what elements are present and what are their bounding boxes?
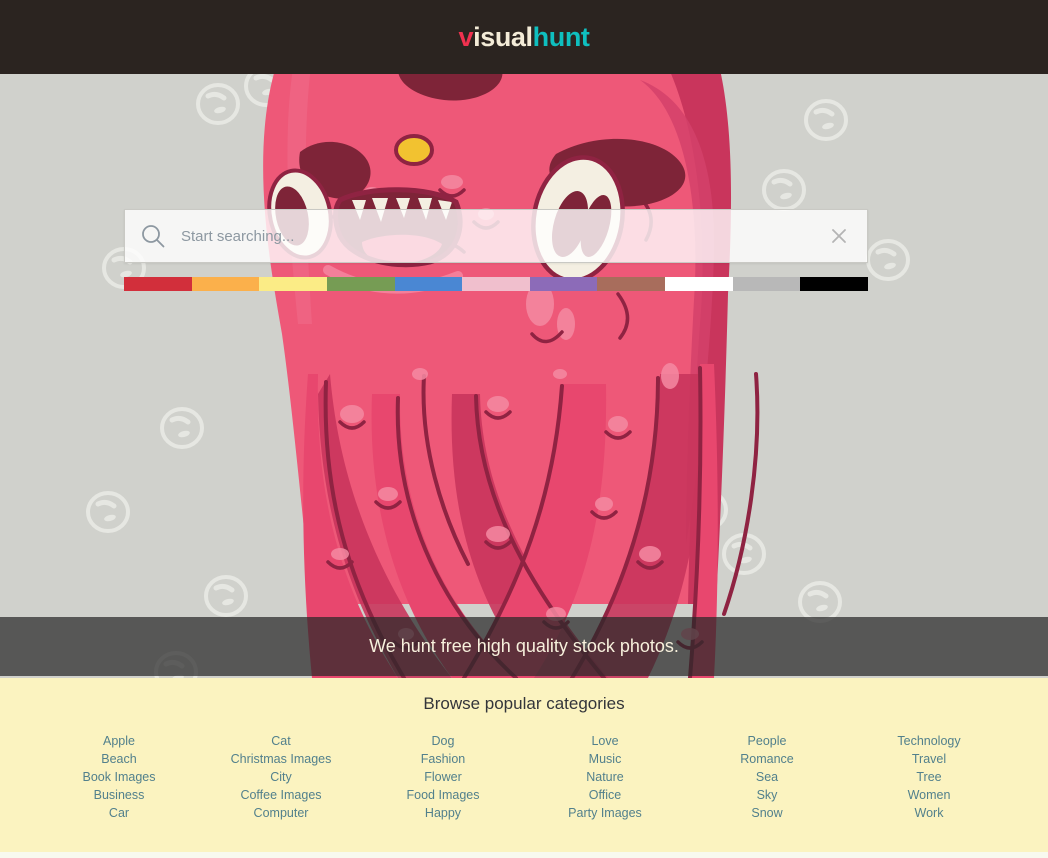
category-link-dog[interactable]: Dog — [432, 732, 455, 750]
swatch-red[interactable] — [124, 277, 192, 291]
category-column: Cat Christmas Images City Coffee Images … — [200, 732, 362, 822]
category-column: Technology Travel Tree Women Work — [848, 732, 1010, 822]
swatch-purple[interactable] — [529, 277, 598, 291]
category-link-food-images[interactable]: Food Images — [407, 786, 480, 804]
swatch-yellow[interactable] — [259, 277, 327, 291]
color-filter-swatches — [124, 277, 869, 291]
category-link-office[interactable]: Office — [589, 786, 621, 804]
category-link-apple[interactable]: Apple — [103, 732, 135, 750]
category-link-fashion[interactable]: Fashion — [421, 750, 465, 768]
category-link-cat[interactable]: Cat — [271, 732, 290, 750]
hero-section: We hunt free high quality stock photos. — [0, 74, 1048, 678]
categories-title: Browse popular categories — [423, 694, 625, 713]
search-input[interactable] — [181, 210, 811, 262]
swatch-orange[interactable] — [191, 277, 260, 291]
category-link-women[interactable]: Women — [908, 786, 951, 804]
swatch-brown[interactable] — [597, 277, 666, 291]
swatch-pink[interactable] — [462, 277, 530, 291]
category-link-sea[interactable]: Sea — [756, 768, 778, 786]
category-link-coffee-images[interactable]: Coffee Images — [240, 786, 321, 804]
swatch-green[interactable] — [326, 277, 395, 291]
search-area — [124, 209, 869, 291]
category-link-happy[interactable]: Happy — [425, 804, 461, 822]
category-link-party-images[interactable]: Party Images — [568, 804, 642, 822]
category-column: People Romance Sea Sky Snow — [686, 732, 848, 822]
footer-strip — [0, 852, 1048, 858]
category-link-nature[interactable]: Nature — [586, 768, 624, 786]
logo-part-hunt: hunt — [532, 21, 590, 52]
category-link-computer[interactable]: Computer — [254, 804, 309, 822]
category-link-snow[interactable]: Snow — [751, 804, 782, 822]
category-column: Apple Beach Book Images Business Car — [38, 732, 200, 822]
category-link-romance[interactable]: Romance — [740, 750, 794, 768]
logo-part-v: v — [458, 21, 474, 52]
monster-illustration — [0, 74, 1048, 678]
swatch-gray[interactable] — [732, 277, 801, 291]
category-link-flower[interactable]: Flower — [424, 768, 462, 786]
category-link-car[interactable]: Car — [109, 804, 129, 822]
category-link-tree[interactable]: Tree — [916, 768, 941, 786]
swatch-blue[interactable] — [394, 277, 463, 291]
category-link-sky[interactable]: Sky — [757, 786, 778, 804]
search-icon — [125, 223, 181, 249]
close-icon[interactable] — [811, 227, 867, 245]
swatch-black[interactable] — [800, 277, 869, 291]
category-link-beach[interactable]: Beach — [101, 750, 136, 768]
site-header: visualhunt — [0, 0, 1048, 74]
category-link-book-images[interactable]: Book Images — [83, 768, 156, 786]
category-link-music[interactable]: Music — [589, 750, 622, 768]
category-column: Love Music Nature Office Party Images — [524, 732, 686, 822]
category-link-travel[interactable]: Travel — [912, 750, 946, 768]
categories-columns: Apple Beach Book Images Business Car Cat… — [0, 732, 1048, 822]
site-logo[interactable]: visualhunt — [458, 22, 589, 53]
categories-section: Browse popular categories Apple Beach Bo… — [0, 678, 1048, 852]
category-link-people[interactable]: People — [748, 732, 787, 750]
category-link-city[interactable]: City — [270, 768, 292, 786]
category-column: Dog Fashion Flower Food Images Happy — [362, 732, 524, 822]
category-link-technology[interactable]: Technology — [897, 732, 960, 750]
swatch-white[interactable] — [665, 277, 733, 291]
category-link-love[interactable]: Love — [591, 732, 618, 750]
category-link-christmas-images[interactable]: Christmas Images — [231, 750, 332, 768]
category-link-business[interactable]: Business — [94, 786, 145, 804]
logo-part-isual: isual — [473, 21, 533, 52]
tagline-bar: We hunt free high quality stock photos. — [0, 617, 1048, 676]
tagline-text: We hunt free high quality stock photos. — [369, 636, 679, 656]
category-link-work[interactable]: Work — [915, 804, 944, 822]
search-box[interactable] — [124, 209, 868, 263]
